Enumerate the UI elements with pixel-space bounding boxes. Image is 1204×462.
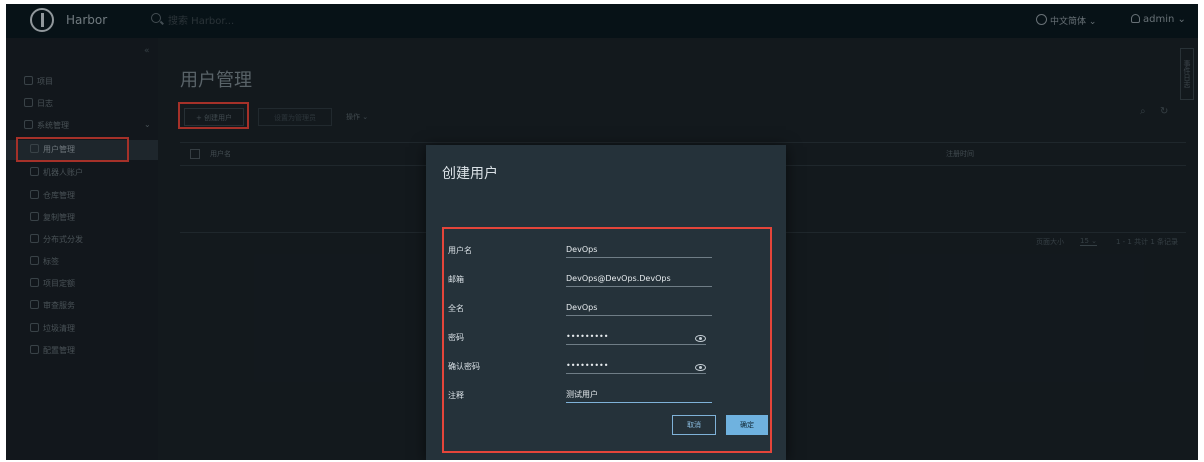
fullname-field[interactable]: [566, 299, 712, 316]
username-field[interactable]: [566, 241, 712, 258]
fullname-label: 全名: [448, 304, 464, 313]
password-label: 密码: [448, 333, 464, 342]
form-highlight-box: 用户名 邮箱 全名 密码 确认密码 注释 取消 确定: [442, 227, 772, 453]
comment-field[interactable]: [566, 386, 712, 403]
ok-button[interactable]: 确定: [726, 415, 768, 435]
comment-label: 注释: [448, 391, 464, 400]
username-label: 用户名: [448, 246, 472, 255]
email-field[interactable]: [566, 270, 712, 287]
eye-icon[interactable]: [695, 364, 706, 371]
app-window: Harbor 中文简体 ⌄ admin ⌄ « 项目 日志 系统管理 ⌄ 用户管…: [6, 4, 1198, 460]
cancel-button[interactable]: 取消: [672, 415, 716, 435]
eye-icon[interactable]: [695, 335, 706, 342]
email-label: 邮箱: [448, 275, 464, 284]
password-field[interactable]: [566, 328, 706, 345]
confirm-password-label: 确认密码: [448, 362, 480, 371]
dialog-title: 创建用户: [442, 166, 498, 182]
create-user-dialog: 创建用户 用户名 邮箱 全名 密码 确认密码 注释 取消 确定: [426, 145, 786, 460]
confirm-password-field[interactable]: [566, 357, 706, 374]
